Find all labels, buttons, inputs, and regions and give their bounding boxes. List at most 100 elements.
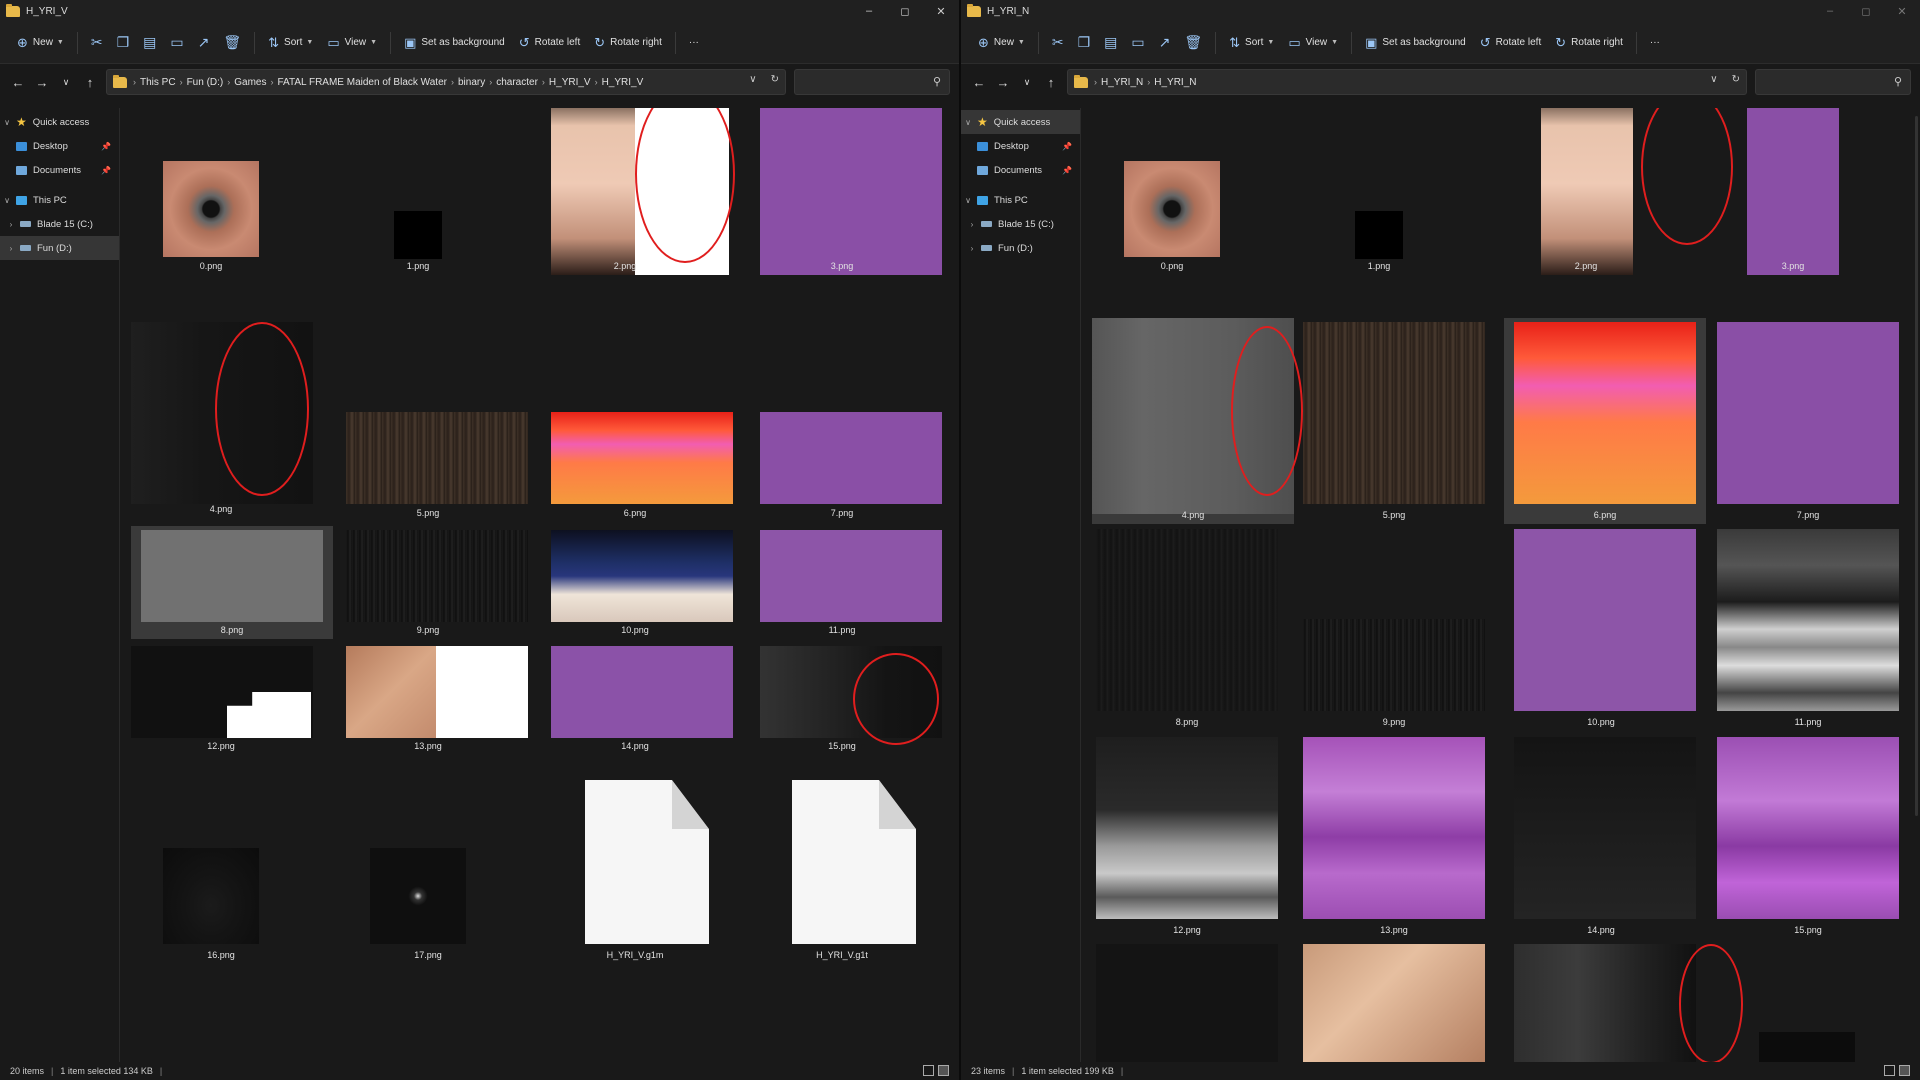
nav-quick-access[interactable]: ∨ ★ Quick access [0,110,119,134]
file-item[interactable]: 7.png [752,322,942,522]
file-item[interactable] [1092,944,1282,1062]
nav-fun-drive[interactable]: › Fun (D:) [961,236,1080,260]
file-item[interactable]: 2.png [1506,108,1733,275]
nav-this-pc[interactable]: ∨ This PC [0,188,119,212]
scrollbar[interactable] [1915,116,1918,816]
breadcrumb-item[interactable]: Games [234,77,266,88]
rotate-left-button[interactable]: ↺ Rotate left [512,28,588,58]
file-item[interactable]: 6.png [1504,318,1706,524]
file-item[interactable]: 8.png [1092,529,1282,735]
file-item[interactable]: 0.png [1092,108,1252,273]
rename-button[interactable]: ▭ [1124,28,1151,58]
rotate-left-button[interactable]: ↺ Rotate left [1473,28,1549,58]
file-item[interactable]: 1.png [338,108,498,273]
file-item[interactable]: 15.png [752,642,942,755]
recent-button[interactable]: ∨ [1015,70,1039,94]
minimize-button[interactable]: – [851,0,887,22]
breadcrumb-item[interactable]: Fun (D:) [187,77,224,88]
file-item[interactable]: 4.png [1092,318,1303,524]
new-button[interactable]: ⊕ New ▼ [10,28,71,58]
breadcrumb-item[interactable]: This PC [140,77,176,88]
rotate-right-button[interactable]: ↻ Rotate right [587,28,669,58]
file-item[interactable]: 10.png [545,526,733,639]
maximize-button[interactable]: ◻ [887,0,923,22]
file-item[interactable]: 3.png [752,108,942,275]
file-item[interactable]: H_YRI_V.g1t [752,758,932,973]
nav-blade-drive[interactable]: › Blade 15 (C:) [0,212,119,236]
file-item[interactable]: 8.png [131,526,333,639]
file-item[interactable]: 7.png [1713,322,1903,528]
file-item[interactable]: 9.png [1299,529,1489,735]
nav-desktop[interactable]: Desktop 📌 [961,134,1080,158]
delete-button[interactable]: 🗑 [1177,28,1209,58]
details-view-icon[interactable] [923,1065,934,1076]
file-item[interactable]: 12.png [1092,737,1282,943]
sort-button[interactable]: ⇅ Sort ▼ [1222,28,1281,58]
file-item[interactable]: 15.png [1713,737,1903,943]
file-item[interactable]: 3.png [1713,108,1873,275]
breadcrumb-item[interactable]: H_YRI_N [1101,77,1143,88]
file-item[interactable]: 16.png [131,758,311,973]
history-dropdown-icon[interactable]: ∨ [749,74,756,85]
nav-blade-drive[interactable]: › Blade 15 (C:) [961,212,1080,236]
file-item[interactable] [1713,944,1903,1062]
breadcrumb-item[interactable]: FATAL FRAME Maiden of Black Water [277,77,447,88]
recent-button[interactable]: ∨ [54,70,78,94]
back-button[interactable]: ← [967,70,991,94]
details-view-icon[interactable] [1884,1065,1895,1076]
file-item[interactable] [1506,944,1743,1062]
file-item[interactable]: 14.png [1506,737,1696,943]
refresh-icon[interactable]: ↻ [771,74,779,85]
nav-quick-access[interactable]: ∨ ★ Quick access [961,110,1080,134]
file-item[interactable]: 10.png [1506,529,1696,735]
large-icons-view-icon[interactable] [938,1065,949,1076]
file-item[interactable]: 6.png [545,322,733,522]
nav-this-pc[interactable]: ∨ This PC [961,188,1080,212]
view-button[interactable]: ▭ View ▼ [1281,28,1345,58]
nav-fun-drive[interactable]: › Fun (D:) [0,236,119,260]
file-item[interactable]: H_YRI_V.g1m [545,758,725,973]
rename-button[interactable]: ▭ [163,28,190,58]
file-item[interactable]: 13.png [1299,737,1489,943]
share-button[interactable]: ↗ [191,28,217,58]
up-button[interactable]: ↑ [78,70,102,94]
file-item[interactable]: 12.png [131,642,313,755]
close-button[interactable]: ✕ [1884,0,1920,22]
file-item[interactable]: 11.png [752,526,942,639]
file-item[interactable] [1299,944,1489,1062]
more-button[interactable]: ··· [1643,28,1667,58]
file-item[interactable]: 2.png [545,108,735,275]
forward-button[interactable]: → [30,70,54,94]
maximize-button[interactable]: ◻ [1848,0,1884,22]
breadcrumb-item[interactable]: character [496,77,538,88]
up-button[interactable]: ↑ [1039,70,1063,94]
address-bar[interactable]: › This PC › Fun (D:) › Games › FATAL FRAME … [106,69,786,95]
file-item[interactable]: 5.png [1299,322,1489,528]
new-button[interactable]: ⊕ New ▼ [971,28,1032,58]
forward-button[interactable]: → [991,70,1015,94]
more-button[interactable]: ··· [682,28,706,58]
file-item[interactable]: 14.png [545,642,733,755]
minimize-button[interactable]: – [1812,0,1848,22]
delete-button[interactable]: 🗑 [216,28,248,58]
paste-button[interactable]: ▤ [1097,28,1124,58]
search-input[interactable]: ⚲ [794,69,950,95]
share-button[interactable]: ↗ [1152,28,1178,58]
set-background-button[interactable]: ▣ Set as background [1358,28,1473,58]
address-bar[interactable]: › H_YRI_N › H_YRI_N ∨ ↻ [1067,69,1747,95]
sort-button[interactable]: ⇅ Sort ▼ [261,28,320,58]
search-input[interactable]: ⚲ [1755,69,1911,95]
refresh-icon[interactable]: ↻ [1732,74,1740,85]
breadcrumb-item[interactable]: H_YRI_V [549,77,591,88]
breadcrumb-item[interactable]: H_YRI_V [602,77,644,88]
breadcrumb-item[interactable]: H_YRI_N [1154,77,1196,88]
view-button[interactable]: ▭ View ▼ [320,28,384,58]
large-icons-view-icon[interactable] [1899,1065,1910,1076]
back-button[interactable]: ← [6,70,30,94]
breadcrumb-item[interactable]: binary [458,77,485,88]
history-dropdown-icon[interactable]: ∨ [1710,74,1717,85]
file-item[interactable]: 5.png [338,322,528,522]
file-item[interactable]: 11.png [1713,529,1903,735]
nav-desktop[interactable]: Desktop 📌 [0,134,119,158]
cut-button[interactable]: ✂ [1045,28,1071,58]
